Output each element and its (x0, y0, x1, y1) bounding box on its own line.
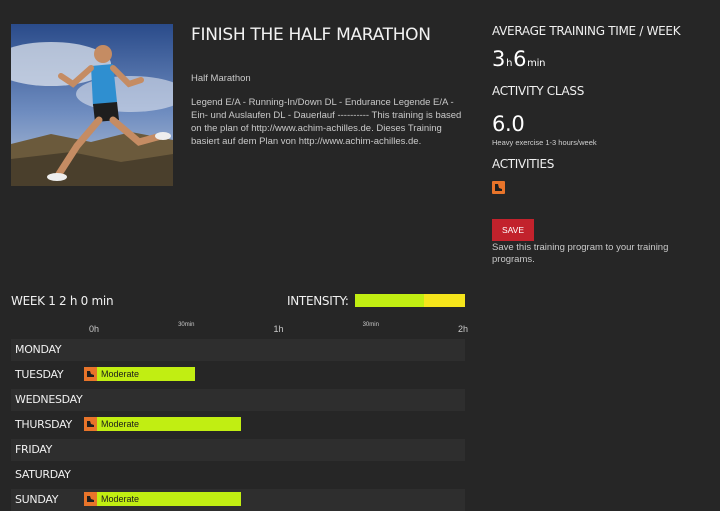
session-label: Moderate (101, 419, 140, 429)
avg-minutes-unit: min (527, 58, 546, 69)
time-tick-label: 1h (273, 324, 284, 334)
time-tick-label: 30min (178, 322, 195, 328)
intensity-bar (355, 294, 465, 307)
intensity-segment (355, 294, 425, 307)
session-label: Moderate (101, 494, 140, 504)
day-name: FRIDAY (15, 443, 53, 456)
session-label: Moderate (101, 369, 140, 379)
plan-title: FINISH THE HALF MARATHON (191, 25, 431, 45)
day-name: SUNDAY (15, 493, 59, 506)
plan-subtitle: Half Marathon (191, 73, 251, 84)
avg-hours-unit: h (506, 58, 513, 69)
save-button[interactable]: SAVE (492, 219, 534, 241)
day-name: THURSDAY (15, 418, 72, 431)
day-row-thursday: THURSDAY Moderate (11, 414, 465, 436)
day-name: WEDNESDAY (15, 393, 83, 406)
time-tick-label: 0h (88, 324, 99, 334)
runner-photo (11, 24, 173, 186)
intensity-segment (424, 294, 465, 307)
day-row-sunday: SUNDAY Moderate (11, 489, 465, 511)
training-session[interactable]: Moderate (84, 492, 241, 506)
avg-minutes: 6 (513, 47, 527, 71)
time-tick-label: 30min (362, 322, 379, 328)
day-name: TUESDAY (15, 368, 64, 381)
day-row-friday: FRIDAY (11, 439, 465, 461)
time-tick-label: 2h (457, 324, 468, 334)
save-description: Save this training program to your train… (492, 242, 669, 265)
day-row-tuesday: TUESDAY Moderate (11, 364, 465, 386)
day-row-saturday: SATURDAY (11, 464, 465, 486)
activity-class-heading: ACTIVITY CLASS (492, 84, 585, 98)
day-name: SATURDAY (15, 468, 71, 481)
running-shoe-icon (492, 181, 505, 194)
day-name: MONDAY (15, 343, 62, 356)
week-label: WEEK 1 (11, 294, 56, 308)
plan-description: Legend E/A - Running-In/Down DL - Endura… (191, 97, 462, 147)
activities-heading: ACTIVITIES (492, 157, 555, 171)
avg-time-heading: AVERAGE TRAINING TIME / WEEK (492, 24, 681, 38)
training-session[interactable]: Moderate (84, 367, 195, 381)
running-shoe-icon (84, 367, 97, 381)
activity-class-description: Heavy exercise 1-3 hours/week (492, 138, 597, 147)
day-row-monday: MONDAY (11, 339, 465, 361)
intensity-label: INTENSITY: (287, 294, 349, 308)
avg-time-value: 3h6min (492, 47, 546, 71)
running-shoe-icon (84, 417, 97, 431)
activity-class-value: 6.0 (492, 112, 525, 136)
avg-hours: 3 (492, 47, 506, 71)
running-shoe-icon (84, 492, 97, 506)
week-duration: 2 h 0 min (59, 294, 114, 308)
training-session[interactable]: Moderate (84, 417, 241, 431)
day-row-wednesday: WEDNESDAY (11, 389, 465, 411)
